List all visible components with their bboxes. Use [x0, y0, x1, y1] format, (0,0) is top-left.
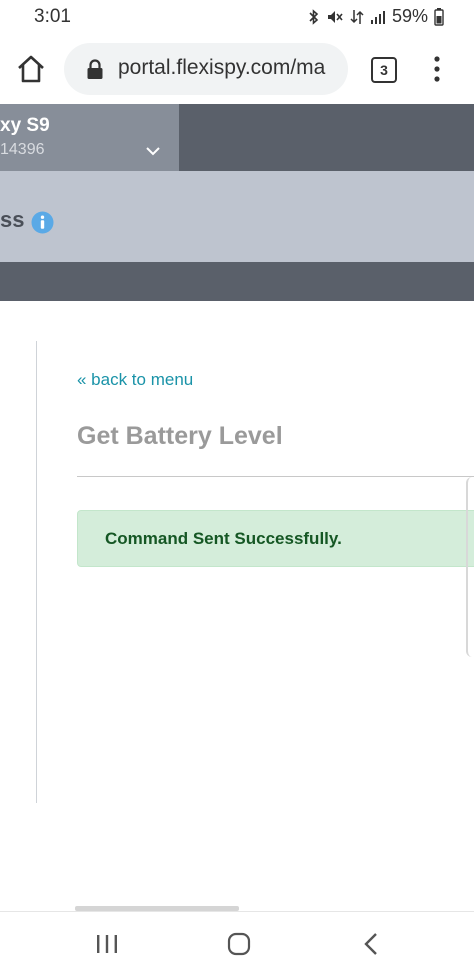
page-title: Get Battery Level	[77, 422, 283, 450]
device-name: xy S9	[0, 115, 50, 136]
info-icon[interactable]	[31, 211, 54, 234]
battery-icon	[434, 7, 444, 26]
status-bar: 3:01 59%	[0, 0, 474, 34]
heading-divider	[77, 476, 474, 477]
side-panel-edge	[466, 477, 474, 657]
section-title: ss	[0, 207, 25, 232]
address-bar[interactable]: portal.flexispy.com/ma	[64, 43, 348, 95]
browser-toolbar: portal.flexispy.com/ma 3	[0, 34, 474, 104]
alert-message: Command Sent Successfully.	[105, 529, 342, 548]
mute-icon	[327, 10, 343, 23]
header-dark-area	[179, 104, 474, 171]
chevron-down-icon	[146, 147, 160, 156]
signal-icon	[370, 10, 385, 24]
nav-strip	[0, 262, 474, 301]
url-text: portal.flexispy.com/ma	[118, 56, 326, 79]
home-icon[interactable]	[14, 52, 48, 86]
success-alert: Command Sent Successfully.	[77, 510, 474, 567]
device-id: 14396	[0, 141, 45, 158]
screen: 3:01 59% portal.flexispy.com/ma 3 xy S9 …	[0, 0, 474, 974]
back-to-menu-link[interactable]: « back to menu	[77, 370, 193, 390]
section-title-band: ss	[0, 171, 474, 262]
recent-apps-icon[interactable]	[96, 934, 118, 954]
battery-percent: 59%	[391, 6, 428, 26]
home-nav-icon[interactable]	[227, 932, 251, 956]
device-selector[interactable]: xy S9 14396	[0, 104, 179, 171]
more-options-icon[interactable]	[428, 54, 446, 84]
system-nav-bar	[0, 911, 474, 974]
status-icons: 59%	[308, 6, 444, 27]
lock-icon	[87, 59, 103, 79]
tab-switcher-button[interactable]: 3	[371, 57, 397, 83]
status-time: 3:01	[34, 6, 71, 27]
content-divider	[36, 341, 37, 803]
back-nav-icon[interactable]	[364, 932, 378, 956]
data-transfer-icon	[350, 9, 364, 24]
bluetooth-icon	[309, 8, 319, 25]
